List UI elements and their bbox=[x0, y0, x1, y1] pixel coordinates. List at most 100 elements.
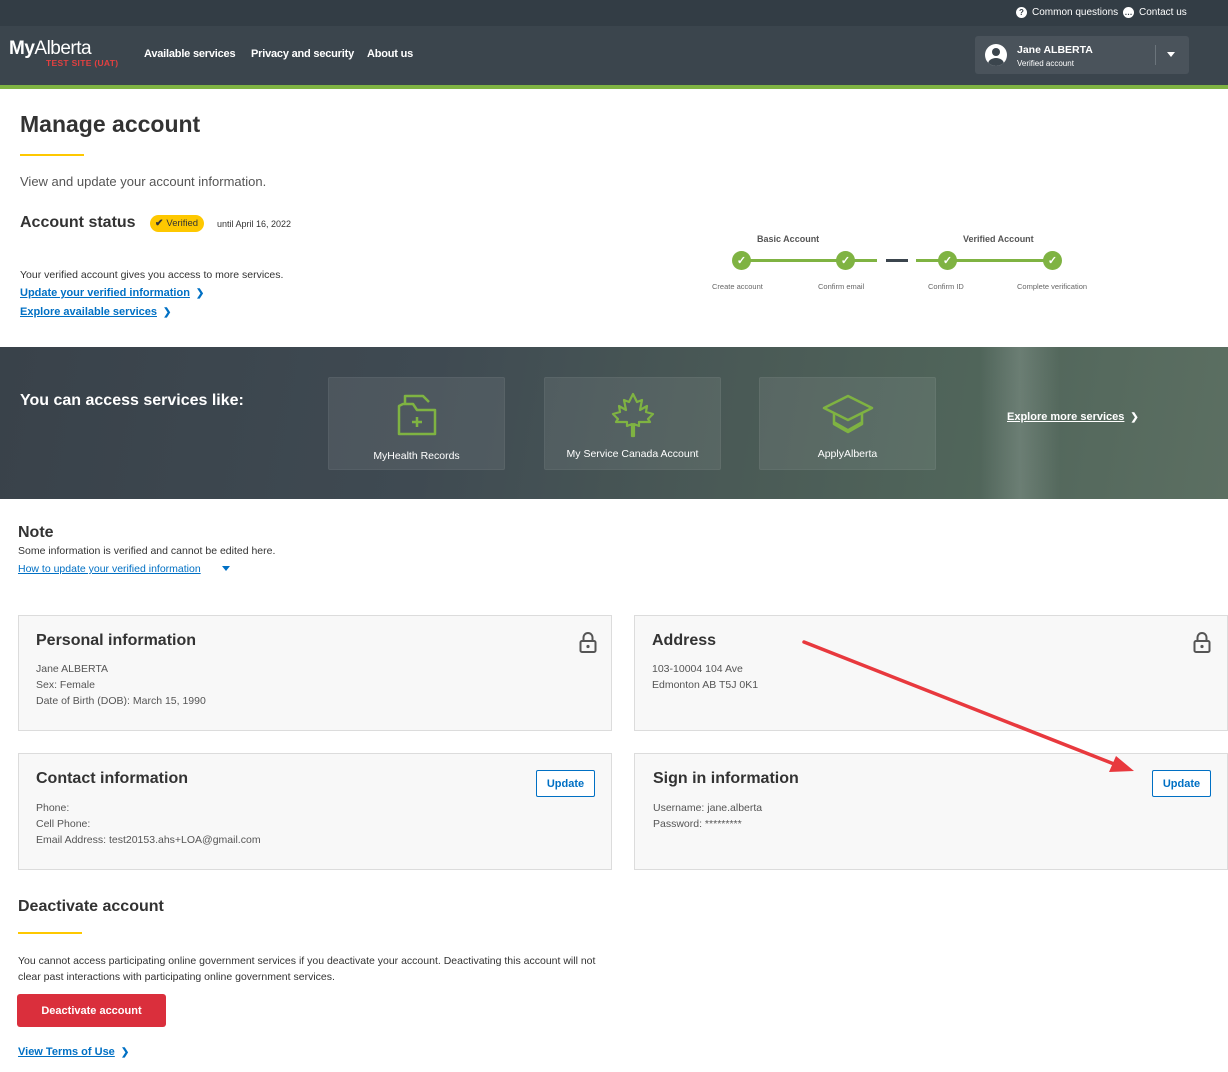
step-complete-check-icon: ✓ bbox=[938, 251, 957, 270]
chevron-down-icon[interactable] bbox=[1167, 52, 1175, 57]
note-title: Note bbox=[18, 524, 54, 541]
common-questions-label: Common questions bbox=[1032, 7, 1119, 18]
service-label: ApplyAlberta bbox=[817, 448, 878, 460]
deactivate-accent-line bbox=[18, 932, 82, 934]
signin-username: Username: jane.alberta bbox=[653, 802, 763, 814]
common-questions-link[interactable]: ? Common questions bbox=[1016, 7, 1118, 18]
chevron-down-icon[interactable] bbox=[222, 566, 230, 571]
step-group-verified: Verified Account bbox=[963, 234, 1034, 244]
health-folder-icon bbox=[397, 394, 436, 436]
personal-info-card: Personal information Jane ALBERTA Sex: F… bbox=[18, 615, 612, 731]
nav-privacy-security[interactable]: Privacy and security bbox=[251, 48, 354, 60]
title-accent-line bbox=[20, 154, 84, 156]
personal-dob: Date of Birth (DOB): March 15, 1990 bbox=[36, 695, 206, 707]
signin-info-card: Sign in information Update Username: jan… bbox=[634, 753, 1228, 870]
step-group-basic: Basic Account bbox=[757, 234, 820, 244]
step-label: Create account bbox=[712, 282, 763, 291]
verified-until: until April 16, 2022 bbox=[217, 219, 292, 229]
chevron-right-icon: ❯ bbox=[195, 288, 205, 299]
note-text: Some information is verified and cannot … bbox=[18, 545, 276, 557]
card-title: Contact information bbox=[36, 770, 188, 787]
step-complete-check-icon: ✓ bbox=[1043, 251, 1062, 270]
update-contact-button[interactable]: Update bbox=[536, 770, 595, 797]
contact-cell-phone: Cell Phone: bbox=[36, 818, 91, 830]
card-title: Sign in information bbox=[653, 770, 799, 787]
site-header: MyAlberta TEST SITE (UAT) Available serv… bbox=[0, 26, 1228, 85]
service-card-applyalberta[interactable]: ApplyAlberta bbox=[759, 377, 936, 470]
contact-phone: Phone: bbox=[36, 802, 70, 814]
address-line-1: 103-10004 104 Ave bbox=[652, 663, 743, 675]
deactivate-account-button[interactable]: Deactivate account bbox=[17, 994, 166, 1027]
service-label: MyHealth Records bbox=[373, 450, 460, 462]
address-line-2: Edmonton AB T5J 0K1 bbox=[652, 679, 759, 691]
account-status-description: Your verified account gives you access t… bbox=[20, 269, 284, 281]
card-title: Address bbox=[652, 632, 717, 649]
banner-waterfall-highlight bbox=[980, 347, 1060, 499]
update-signin-button[interactable]: Update bbox=[1152, 770, 1211, 797]
terms-of-use-link[interactable]: View Terms of Use ❯ bbox=[18, 1046, 129, 1058]
banner-title: You can access services like: bbox=[20, 392, 244, 409]
page-title: Manage account bbox=[20, 111, 201, 137]
header-green-stripe bbox=[0, 85, 1228, 89]
service-card-myhealth[interactable]: MyHealth Records bbox=[328, 377, 505, 470]
contact-email: Email Address: test20153.ahs+LOA@gmail.c… bbox=[36, 834, 261, 846]
graduation-cap-icon bbox=[822, 394, 873, 434]
explore-services-label: Explore available services bbox=[20, 306, 157, 318]
verification-stepper: Basic Account Verified Account ✓ ✓ ✓ ✓ C… bbox=[700, 228, 1110, 298]
personal-sex: Sex: Female bbox=[36, 679, 95, 691]
question-icon: ? bbox=[1016, 7, 1027, 18]
step-complete-check-icon: ✓ bbox=[732, 251, 751, 270]
account-status-heading: Account status bbox=[20, 214, 136, 231]
user-menu[interactable]: Jane ALBERTA Verified account bbox=[975, 36, 1189, 74]
chevron-right-icon: ❯ bbox=[120, 1047, 130, 1058]
update-verified-info-label: Update your verified information bbox=[20, 287, 190, 299]
lock-icon bbox=[579, 632, 597, 653]
contact-us-link[interactable]: … Contact us bbox=[1123, 7, 1187, 18]
services-banner: You can access services like: MyHealth R… bbox=[0, 347, 1228, 499]
deactivate-title: Deactivate account bbox=[18, 898, 164, 915]
myalberta-logo[interactable]: MyAlberta TEST SITE (UAT) bbox=[9, 38, 118, 68]
user-name: Jane ALBERTA bbox=[1017, 44, 1093, 56]
user-menu-divider bbox=[1155, 45, 1156, 65]
user-account-status: Verified account bbox=[1017, 59, 1074, 68]
test-site-label: TEST SITE (UAT) bbox=[46, 58, 119, 68]
verified-badge: ✔ Verified bbox=[150, 215, 205, 232]
personal-name: Jane ALBERTA bbox=[36, 663, 108, 675]
address-card: Address 103-10004 104 Ave Edmonton AB T5… bbox=[634, 615, 1228, 731]
nav-available-services[interactable]: Available services bbox=[144, 48, 236, 60]
service-label: My Service Canada Account bbox=[566, 448, 699, 460]
check-icon: ✔ bbox=[155, 218, 164, 229]
user-avatar-icon bbox=[985, 44, 1007, 66]
lock-icon bbox=[1193, 632, 1211, 653]
step-label: Complete verification bbox=[1017, 282, 1088, 291]
explore-services-link[interactable]: Explore available services ❯ bbox=[20, 306, 171, 318]
utility-bar: ? Common questions … Contact us bbox=[0, 0, 1228, 26]
chevron-right-icon: ❯ bbox=[162, 307, 172, 318]
explore-more-services-label: Explore more services bbox=[1007, 411, 1125, 423]
step-label: Confirm email bbox=[818, 282, 865, 291]
explore-more-services-link[interactable]: Explore more services ❯ bbox=[1007, 411, 1139, 423]
logo-my-text: My bbox=[9, 38, 35, 59]
deactivate-description: You cannot access participating online g… bbox=[18, 955, 596, 983]
contact-us-label: Contact us bbox=[1139, 7, 1187, 18]
update-verified-info-link[interactable]: Update your verified information ❯ bbox=[20, 287, 204, 299]
chevron-right-icon: ❯ bbox=[1130, 412, 1139, 423]
chat-icon: … bbox=[1123, 7, 1134, 18]
service-card-service-canada[interactable]: My Service Canada Account bbox=[544, 377, 721, 470]
signin-password: Password: ********* bbox=[653, 818, 742, 830]
step-label: Confirm ID bbox=[928, 282, 964, 291]
step-dash-separator bbox=[886, 259, 908, 262]
verified-badge-label: Verified bbox=[166, 218, 199, 229]
annotation-arrow-overlay bbox=[802, 640, 1134, 772]
step-complete-check-icon: ✓ bbox=[836, 251, 855, 270]
maple-leaf-icon bbox=[611, 392, 654, 438]
terms-of-use-label: View Terms of Use bbox=[18, 1046, 115, 1058]
nav-about-us[interactable]: About us bbox=[367, 48, 413, 60]
step-connector bbox=[741, 259, 845, 262]
page-intro: View and update your account information… bbox=[20, 174, 267, 189]
card-title: Personal information bbox=[36, 632, 197, 649]
logo-alberta-text: Alberta bbox=[34, 38, 92, 59]
how-to-update-link[interactable]: How to update your verified information bbox=[18, 563, 201, 575]
step-connector bbox=[948, 259, 1052, 262]
contact-info-card: Contact information Update Phone: Cell P… bbox=[18, 753, 612, 870]
